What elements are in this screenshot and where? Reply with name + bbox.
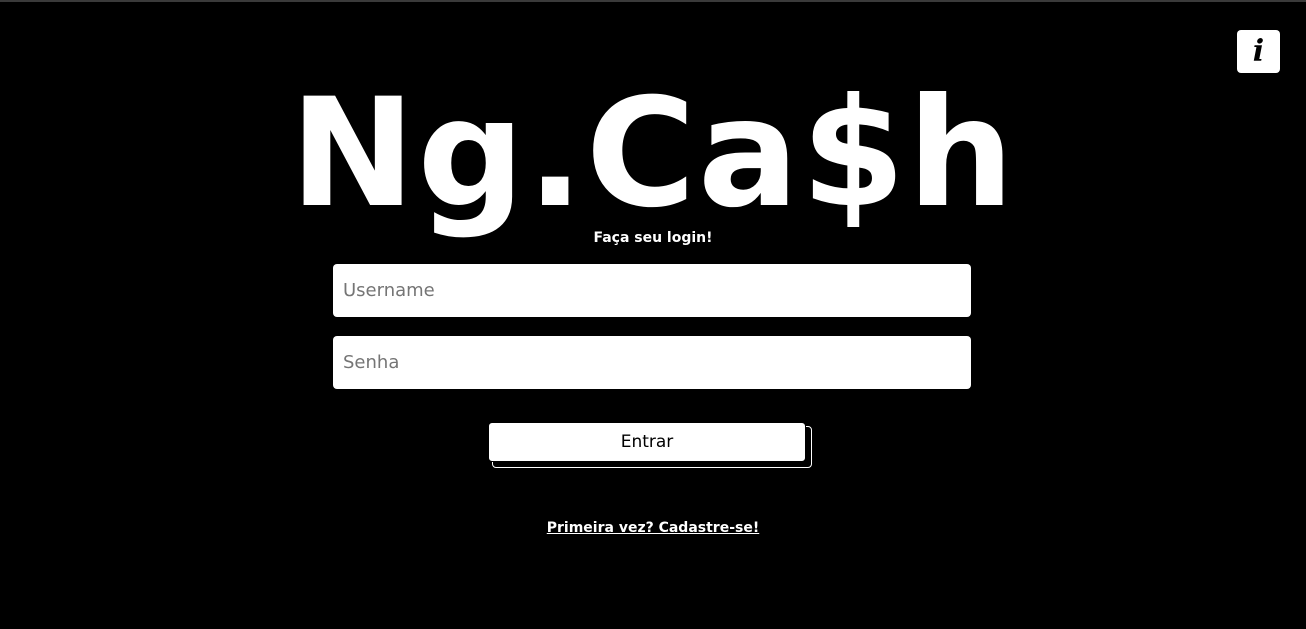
login-subtitle: Faça seu login! bbox=[593, 230, 713, 246]
login-page: i Ng.Ca$h Faça seu login! Entrar Primeir… bbox=[0, 0, 1306, 629]
password-input[interactable] bbox=[333, 336, 971, 389]
signup-link[interactable]: Primeira vez? Cadastre-se! bbox=[547, 520, 759, 536]
app-logo: Ng.Ca$h bbox=[289, 67, 1017, 241]
signup-link-container: Primeira vez? Cadastre-se! bbox=[0, 520, 1306, 536]
enter-button[interactable]: Entrar bbox=[488, 422, 806, 462]
info-icon: i bbox=[1252, 33, 1265, 69]
username-input[interactable] bbox=[333, 264, 971, 317]
